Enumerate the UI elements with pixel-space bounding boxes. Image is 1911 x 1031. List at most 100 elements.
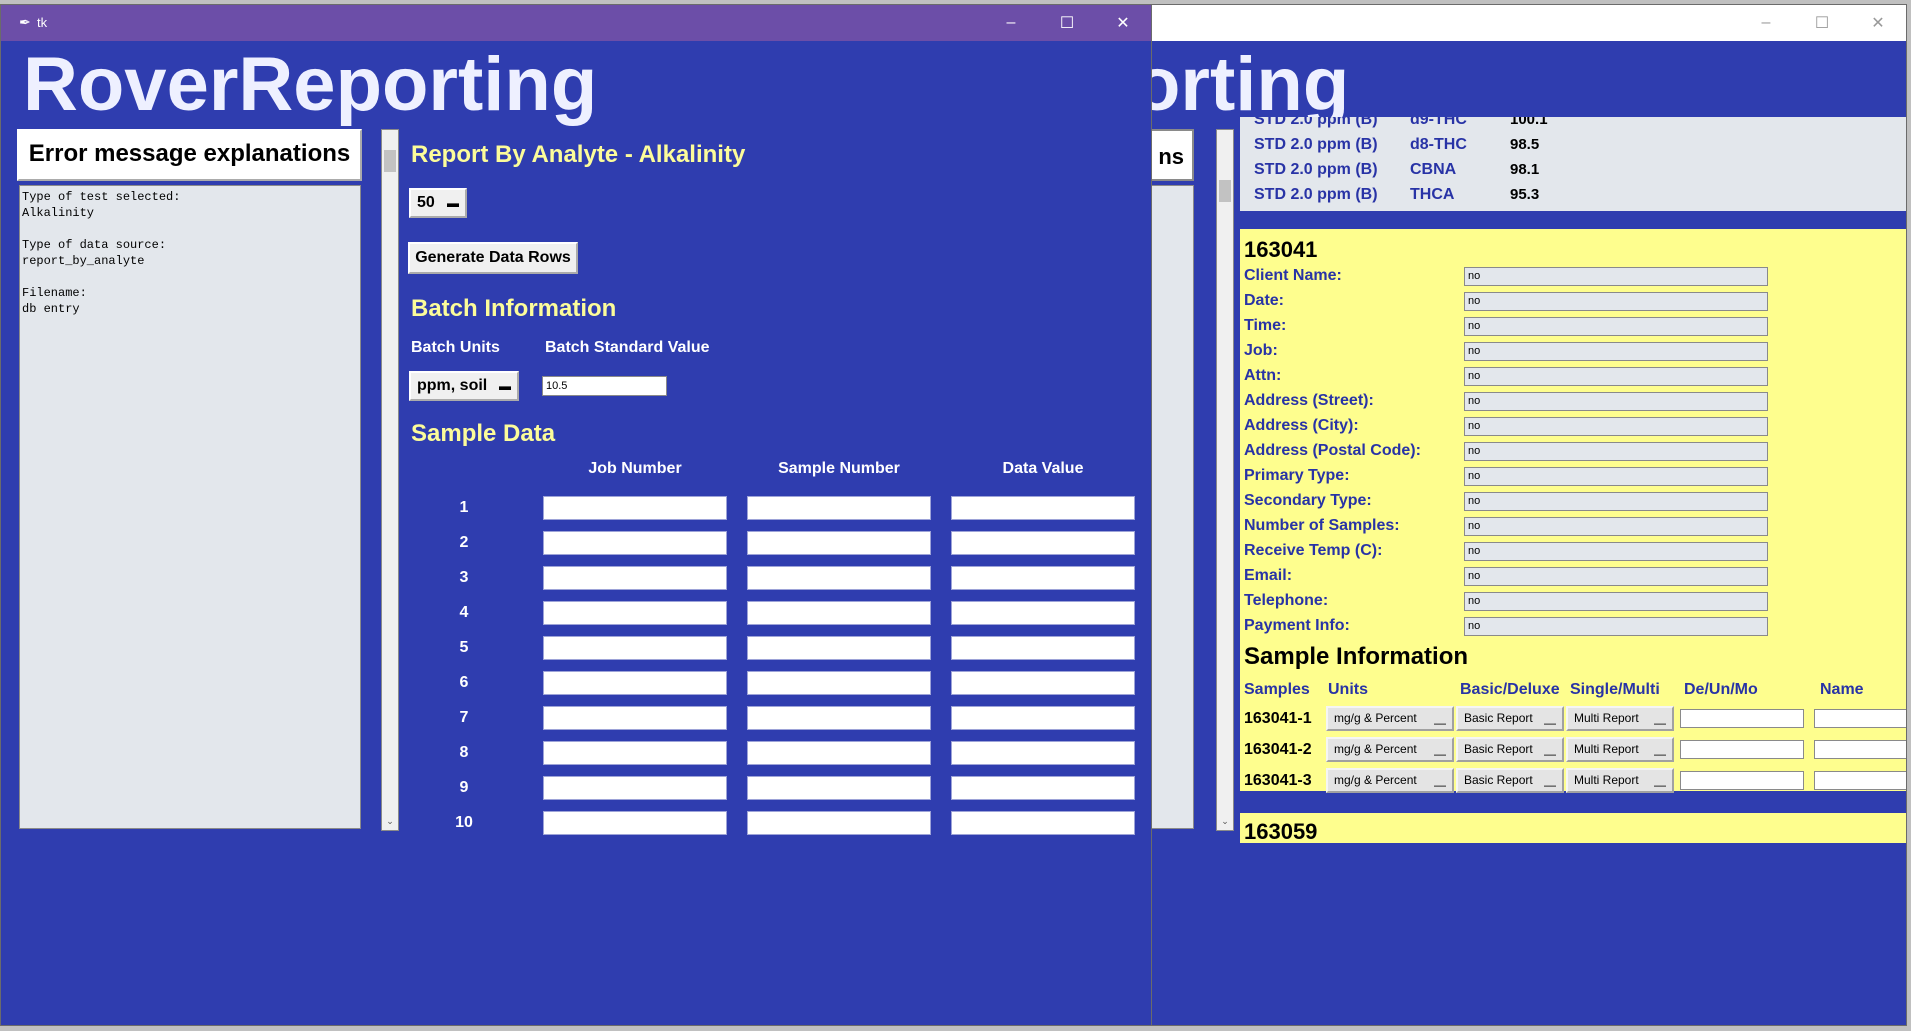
sample-number-input[interactable] [747,601,931,625]
scrollbar-thumb[interactable] [1219,180,1231,202]
job-number-input[interactable] [543,601,727,625]
error-button-fragment[interactable]: ns [1146,129,1194,181]
std-analyte: d8-THC [1410,136,1467,153]
client-field-label: Time: [1244,317,1287,334]
name-input[interactable] [1814,740,1906,759]
sample-id: 163041-2 [1244,741,1312,758]
sample-number-input[interactable] [747,776,931,800]
close-icon[interactable]: ✕ [1850,5,1906,41]
job-number-input[interactable] [543,566,727,590]
job-number-input[interactable] [543,741,727,765]
generate-data-rows-button[interactable]: Generate Data Rows [408,242,578,274]
sample-number-input[interactable] [747,531,931,555]
sample-number-input[interactable] [747,741,931,765]
job-number-input[interactable] [543,776,727,800]
client-field-input[interactable]: no [1464,517,1768,536]
dropdown-marker-icon: — [1434,747,1446,761]
batch-heading: Batch Information [411,295,617,322]
client-field-input[interactable]: no [1464,617,1768,636]
de-un-mo-input[interactable] [1680,709,1804,728]
sample-number-input[interactable] [747,706,931,730]
sample-units-dropdown[interactable]: mg/g & Percent — [1326,768,1454,793]
client-field-label: Address (Street): [1244,392,1374,409]
sample-multi-dropdown[interactable]: Multi Report — [1566,737,1674,762]
batch-standard-input[interactable]: 10.5 [542,376,667,396]
dropdown-marker-icon: — [1654,716,1666,730]
next-job-panel: 163059 [1240,813,1906,844]
data-value-input[interactable] [951,671,1135,695]
data-value-input[interactable] [951,811,1135,835]
client-field-input[interactable]: no [1464,567,1768,586]
scroll-down-icon[interactable]: ⌄ [382,816,398,830]
sample-number-input[interactable] [747,671,931,695]
job-number-input[interactable] [543,531,727,555]
info-textbox[interactable]: Type of test selected: Alkalinity Type o… [19,185,361,829]
job-number-input[interactable] [543,496,727,520]
client-field-input[interactable]: no [1464,467,1768,486]
error-explanations-button[interactable]: Error message explanations [17,129,362,181]
data-value-input[interactable] [951,776,1135,800]
scrollbar-thumb[interactable] [384,150,396,172]
sample-units-dropdown[interactable]: mg/g & Percent — [1326,737,1454,762]
row-count-dropdown[interactable]: 50 ▬ [409,188,467,218]
vertical-scrollbar[interactable]: ⌄ [381,129,399,831]
sample-column-header: Samples [1244,681,1310,698]
job-number-input[interactable] [543,706,727,730]
data-value-input[interactable] [951,636,1135,660]
column-header: Sample Number [778,460,900,477]
sample-report-dropdown[interactable]: Basic Report — [1456,768,1564,793]
feather-icon: ✒ [19,14,31,30]
sample-column-header: De/Un/Mo [1684,681,1758,698]
sample-number-input[interactable] [747,811,931,835]
data-value-input[interactable] [951,706,1135,730]
client-field-input[interactable]: no [1464,392,1768,411]
row-number: 9 [459,779,469,796]
close-icon[interactable]: ✕ [1095,5,1151,41]
data-value-input[interactable] [951,496,1135,520]
data-value-input[interactable] [951,741,1135,765]
name-input[interactable] [1814,709,1906,728]
client-field-input[interactable]: no [1464,417,1768,436]
client-field-label: Client Name: [1244,267,1342,284]
batch-units-dropdown[interactable]: ppm, soil ▬ [409,371,519,401]
client-field-input[interactable]: no [1464,442,1768,461]
name-input[interactable] [1814,771,1906,790]
client-field-input[interactable]: no [1464,292,1768,311]
app-title: RoverReporting [23,42,598,127]
data-value-input[interactable] [951,566,1135,590]
vertical-scrollbar[interactable]: ⌄ [1216,129,1234,831]
maximize-icon[interactable]: ☐ [1794,5,1850,41]
batch-standard-label: Batch Standard Value [545,339,710,356]
std-value: 95.3 [1510,186,1540,203]
minimize-icon[interactable]: – [983,5,1039,41]
client-field-label: Payment Info: [1244,617,1350,634]
client-field-input[interactable]: no [1464,317,1768,336]
client-field-input[interactable]: no [1464,342,1768,361]
sample-multi-dropdown[interactable]: Multi Report — [1566,768,1674,793]
data-value-input[interactable] [951,531,1135,555]
scroll-down-icon[interactable]: ⌄ [1217,816,1233,830]
client-field-input[interactable]: no [1464,267,1768,286]
sample-report-dropdown[interactable]: Basic Report — [1456,706,1564,731]
job-number-input[interactable] [543,671,727,695]
sample-units-dropdown[interactable]: mg/g & Percent — [1326,706,1454,731]
maximize-icon[interactable]: ☐ [1039,5,1095,41]
client-field-input[interactable]: no [1464,367,1768,386]
sample-multi-dropdown[interactable]: Multi Report — [1566,706,1674,731]
sample-number-input[interactable] [747,496,931,520]
de-un-mo-input[interactable] [1680,740,1804,759]
dropdown-marker-icon: — [1434,778,1446,792]
sample-number-input[interactable] [747,636,931,660]
window-title: tk [37,15,48,30]
client-field-input[interactable]: no [1464,492,1768,511]
data-value-input[interactable] [951,601,1135,625]
job-number-input[interactable] [543,636,727,660]
sample-report-dropdown[interactable]: Basic Report — [1456,737,1564,762]
minimize-icon[interactable]: – [1738,5,1794,41]
de-un-mo-input[interactable] [1680,771,1804,790]
client-field-input[interactable]: no [1464,592,1768,611]
job-number-input[interactable] [543,811,727,835]
sample-number-input[interactable] [747,566,931,590]
client-field-input[interactable]: no [1464,542,1768,561]
std-label: STD 2.0 ppm (B) [1254,117,1378,128]
